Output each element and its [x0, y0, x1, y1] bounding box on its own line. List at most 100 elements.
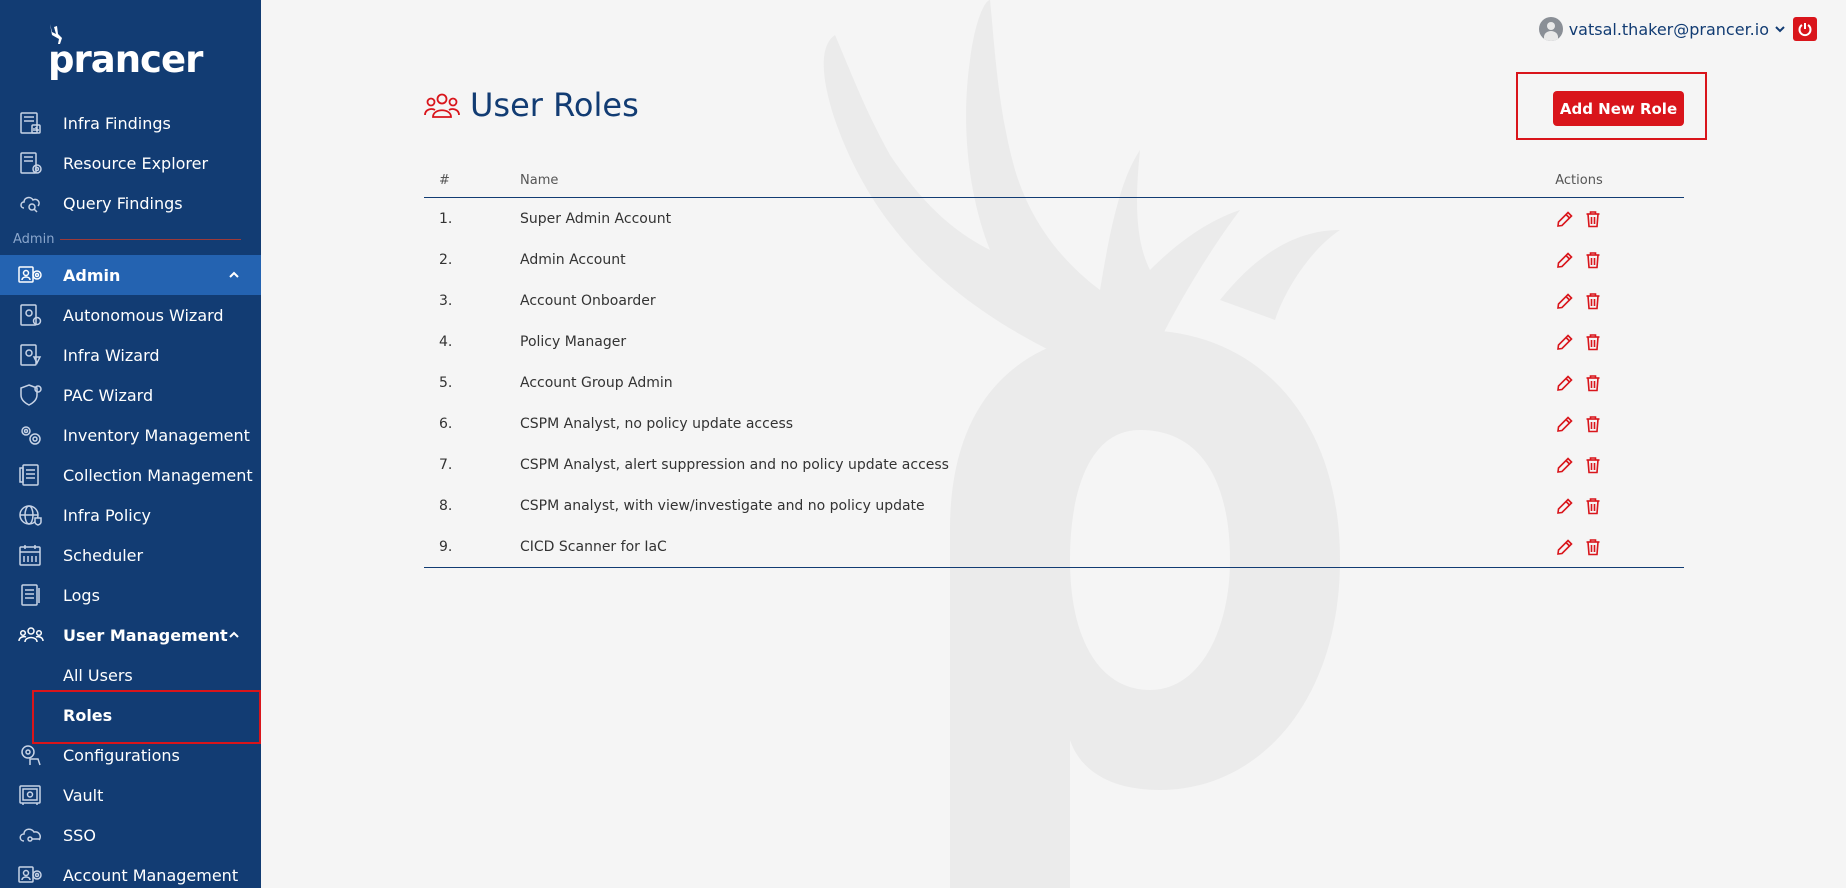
role-name: CSPM analyst, with view/investigate and …	[520, 497, 925, 514]
users-icon	[424, 93, 460, 118]
sidebar-item-label: Inventory Management	[63, 425, 250, 445]
row-number: 7.	[439, 456, 453, 473]
sidebar-item-label: Logs	[63, 585, 100, 605]
row-actions	[1504, 292, 1684, 310]
delete-icon[interactable]	[1584, 374, 1602, 392]
edit-icon[interactable]	[1556, 210, 1574, 228]
user-email: vatsal.thaker@prancer.io	[1568, 19, 1769, 39]
row-number: 5.	[439, 374, 453, 391]
role-name: CSPM Analyst, no policy update access	[520, 415, 794, 432]
sidebar-item-label: Query Findings	[63, 193, 183, 213]
delete-icon[interactable]	[1584, 497, 1602, 515]
role-name: Admin Account	[520, 251, 626, 268]
add-new-role-button[interactable]: Add New Role	[1553, 91, 1684, 126]
chevron-up-icon[interactable]	[227, 268, 241, 282]
sidebar-item-label: Vault	[63, 785, 104, 805]
cloud-key-icon	[18, 823, 44, 847]
sidebar-item-query-findings[interactable]: Query Findings	[0, 183, 261, 223]
calendar-icon	[18, 543, 44, 567]
logout-button[interactable]	[1793, 17, 1817, 41]
edit-icon[interactable]	[1556, 456, 1574, 474]
row-actions	[1504, 210, 1684, 228]
edit-icon[interactable]	[1556, 374, 1574, 392]
role-name: CICD Scanner for IaC	[520, 538, 667, 555]
sidebar-item-label: Autonomous Wizard	[63, 305, 224, 325]
delete-icon[interactable]	[1584, 538, 1602, 556]
delete-icon[interactable]	[1584, 456, 1602, 474]
page-header: User Roles	[424, 86, 639, 124]
section-divider	[60, 239, 241, 240]
table-row: 2. Admin Account	[424, 239, 1684, 280]
delete-icon[interactable]	[1584, 292, 1602, 310]
row-actions	[1504, 456, 1684, 474]
sidebar-item-account-management[interactable]: Account Management	[0, 855, 261, 888]
edit-icon[interactable]	[1556, 538, 1574, 556]
sidebar-item-vault[interactable]: Vault	[0, 775, 261, 815]
sidebar-item-pac-wizard[interactable]: PAC Wizard	[0, 375, 261, 415]
table-row: 5. Account Group Admin	[424, 362, 1684, 403]
sidebar-item-infra-findings[interactable]: Infra Findings	[0, 103, 261, 143]
row-number: 1.	[439, 210, 453, 227]
delete-icon[interactable]	[1584, 210, 1602, 228]
sidebar-item-infra-policy[interactable]: Infra Policy	[0, 495, 261, 535]
edit-icon[interactable]	[1556, 292, 1574, 310]
sidebar-item-autonomous-wizard[interactable]: Autonomous Wizard	[0, 295, 261, 335]
sidebar-item-label: Collection Management	[63, 465, 253, 485]
row-actions	[1504, 333, 1684, 351]
account-gear-icon	[18, 863, 44, 887]
table-row: 6. CSPM Analyst, no policy update access	[424, 403, 1684, 444]
sidebar-item-configurations[interactable]: Configurations	[0, 735, 261, 775]
row-actions	[1504, 374, 1684, 392]
column-header-actions: Actions	[1555, 172, 1603, 188]
row-number: 4.	[439, 333, 453, 350]
section-admin-label: Admin	[0, 223, 261, 255]
sidebar-item-admin[interactable]: Admin	[0, 255, 261, 295]
row-number: 2.	[439, 251, 453, 268]
sidebar-item-sso[interactable]: SSO	[0, 815, 261, 855]
column-header-name: Name	[520, 172, 559, 188]
sidebar-item-resource-explorer[interactable]: Resource Explorer	[0, 143, 261, 183]
chevron-up-icon[interactable]	[227, 628, 241, 642]
prancer-logo[interactable]: prancer	[46, 24, 203, 78]
role-name: Account Group Admin	[520, 374, 673, 391]
power-icon	[1798, 23, 1812, 37]
cloud-query-icon	[18, 191, 44, 215]
wizard-icon	[18, 303, 44, 327]
chevron-down-icon[interactable]	[1773, 22, 1787, 36]
sidebar-item-all-users[interactable]: All Users	[0, 655, 261, 695]
edit-icon[interactable]	[1556, 333, 1574, 351]
gear-hand-icon	[18, 743, 44, 767]
sidebar-item-label: Infra Policy	[63, 505, 151, 525]
sidebar-item-logs[interactable]: Logs	[0, 575, 261, 615]
delete-icon[interactable]	[1584, 251, 1602, 269]
table-body: 1. Super Admin Account 2. Admin Account …	[424, 198, 1684, 568]
row-actions	[1504, 415, 1684, 433]
gears-icon	[18, 423, 44, 447]
edit-icon[interactable]	[1556, 415, 1574, 433]
column-header-num: #	[439, 172, 450, 188]
sidebar-item-label: User Management	[63, 625, 228, 645]
table-row: 4. Policy Manager	[424, 321, 1684, 362]
edit-icon[interactable]	[1556, 497, 1574, 515]
edit-icon[interactable]	[1556, 251, 1574, 269]
delete-icon[interactable]	[1584, 333, 1602, 351]
sidebar-item-label: Roles	[63, 705, 113, 725]
sidebar-item-user-management[interactable]: User Management	[0, 615, 261, 655]
delete-icon[interactable]	[1584, 415, 1602, 433]
vault-icon	[18, 783, 44, 807]
sidebar-item-inventory-management[interactable]: Inventory Management	[0, 415, 261, 455]
sidebar-item-scheduler[interactable]: Scheduler	[0, 535, 261, 575]
sidebar-item-collection-management[interactable]: Collection Management	[0, 455, 261, 495]
row-number: 6.	[439, 415, 453, 432]
users-icon	[18, 623, 44, 647]
user-menu[interactable]: vatsal.thaker@prancer.io	[1538, 16, 1817, 42]
row-actions	[1504, 497, 1684, 515]
sidebar-item-roles[interactable]: Roles	[0, 695, 261, 735]
resource-icon	[18, 151, 44, 175]
sidebar-item-infra-wizard[interactable]: Infra Wizard	[0, 335, 261, 375]
row-number: 9.	[439, 538, 453, 555]
sidebar-item-label: Resource Explorer	[63, 153, 209, 173]
report-icon	[18, 111, 44, 135]
sidebar: prancer Infra Findings Resource Explorer…	[0, 0, 261, 888]
row-number: 3.	[439, 292, 453, 309]
